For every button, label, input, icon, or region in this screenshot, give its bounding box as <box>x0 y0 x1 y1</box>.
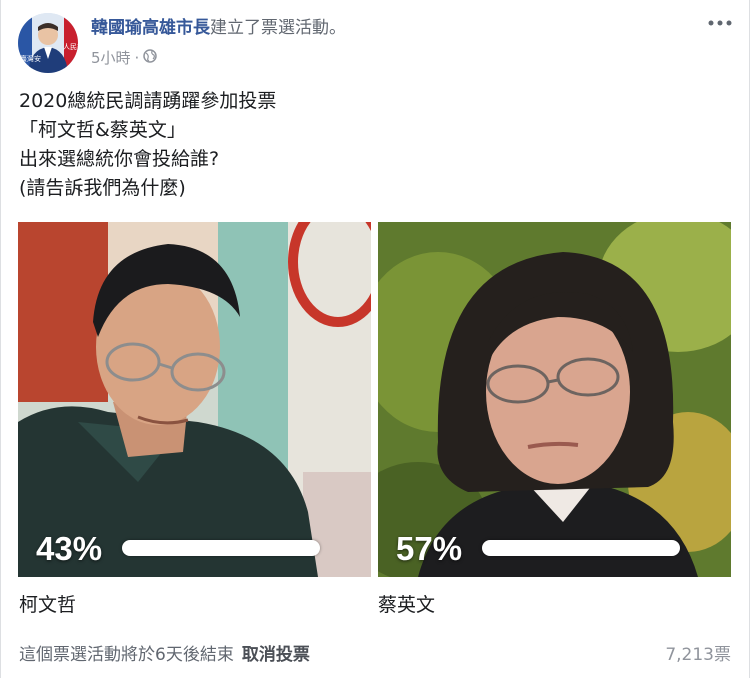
poll-option-2[interactable]: 57% <box>378 222 731 577</box>
vote-count[interactable]: 7,213票 <box>665 640 731 665</box>
post-meta: 5小時 · <box>91 47 158 68</box>
option-1-percent: 43% <box>36 530 103 567</box>
option-1-result-bar <box>122 540 320 556</box>
poll-footer: 這個票選活動將於6天後結束 取消投票 <box>19 640 310 665</box>
author-avatar[interactable]: 臺灣安 人民有 <box>18 13 78 73</box>
avatar-image: 臺灣安 人民有 <box>18 13 78 73</box>
option-1-photo <box>18 222 371 577</box>
option-1-label[interactable]: 柯文哲 <box>19 590 76 617</box>
post-line: 出來選總統你會投給誰? <box>19 148 220 170</box>
post-message: 2020總統民調請踴躍參加投票 「柯文哲&蔡英文」 出來選總統你會投給誰? (請… <box>19 87 719 203</box>
post-line: 2020總統民調請踴躍參加投票 <box>19 90 277 112</box>
post-timestamp[interactable]: 5小時 <box>91 47 131 68</box>
post-line: (請告訴我們為什麼) <box>19 177 186 199</box>
more-options-icon[interactable] <box>705 10 735 36</box>
option-2-photo <box>378 222 731 577</box>
poll-end-notice: 這個票選活動將於6天後結束 <box>19 645 234 665</box>
avatar-badge-right: 人民有 <box>63 42 78 51</box>
option-2-result-bar <box>482 540 680 556</box>
cancel-vote-button[interactable]: 取消投票 <box>242 645 310 665</box>
option-2-label[interactable]: 蔡英文 <box>378 590 435 617</box>
globe-icon[interactable] <box>143 48 158 67</box>
avatar-badge-left: 臺灣安 <box>20 54 41 63</box>
poll-post-card: 臺灣安 人民有 韓國瑜高雄市長建立了票選活動。 5小時 · 2020總統民調請踴… <box>0 0 750 678</box>
author-name-link[interactable]: 韓國瑜高雄市長 <box>91 18 210 38</box>
post-line: 「柯文哲&蔡英文」 <box>19 119 186 141</box>
meta-separator: · <box>134 48 140 67</box>
poll-option-1[interactable]: 43% <box>18 222 371 577</box>
post-action-text: 建立了票選活動。 <box>210 18 346 38</box>
post-header-line: 韓國瑜高雄市長建立了票選活動。 <box>91 15 346 41</box>
option-2-percent: 57% <box>396 530 463 567</box>
